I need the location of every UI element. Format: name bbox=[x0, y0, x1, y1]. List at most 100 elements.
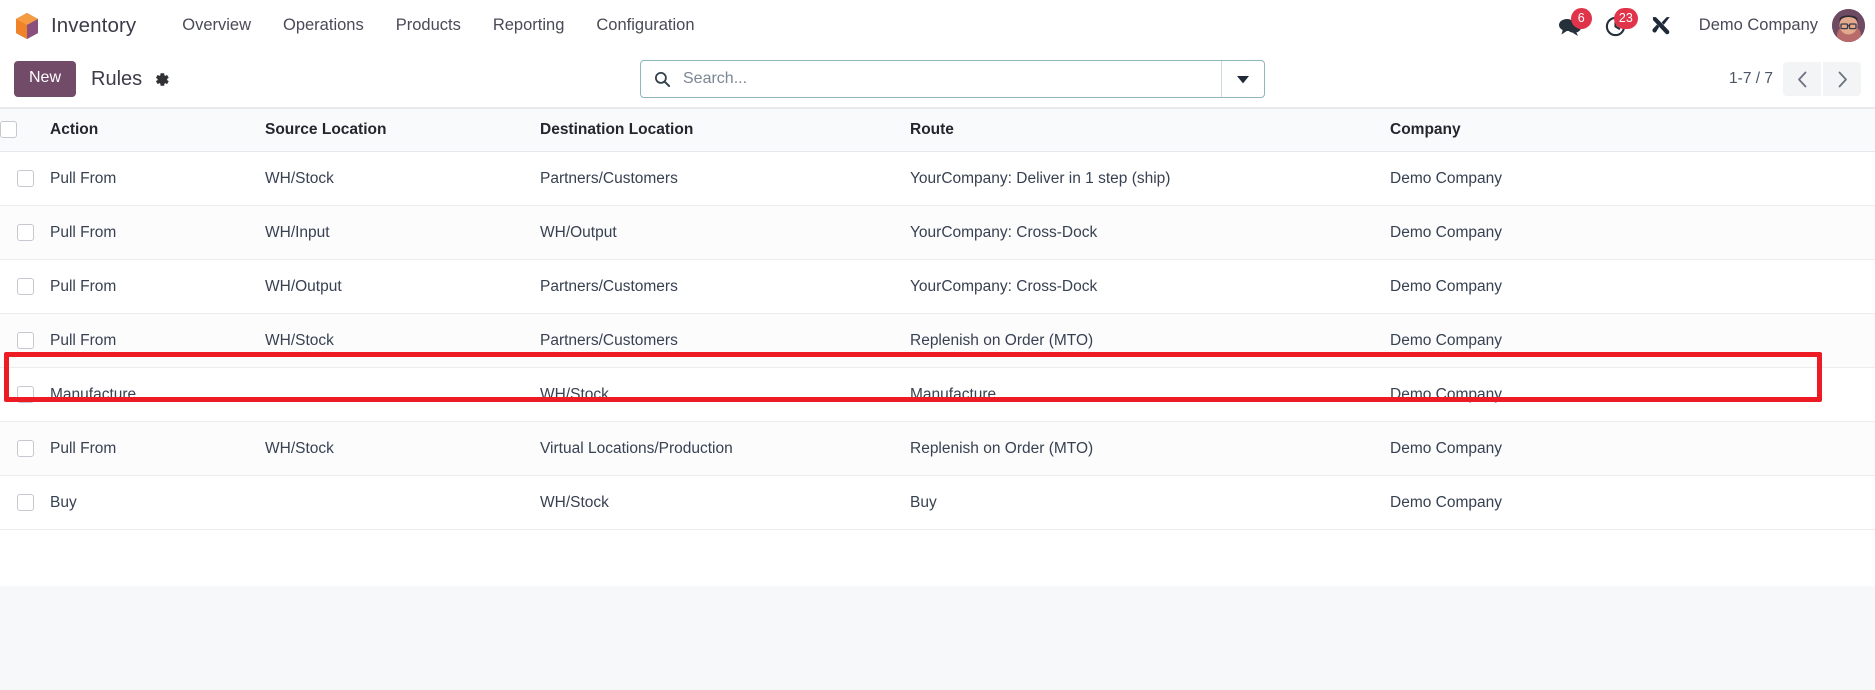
cell-action: Buy bbox=[50, 475, 265, 530]
page-title: Rules bbox=[91, 67, 143, 90]
row-select-cell bbox=[0, 151, 50, 206]
cell-source-location: WH/Input bbox=[265, 205, 540, 260]
cell-route: Manufacture bbox=[910, 367, 1390, 422]
cell-destination-location: WH/Output bbox=[540, 205, 910, 260]
cell-action: Pull From bbox=[50, 151, 265, 206]
tools-icon bbox=[1652, 17, 1671, 35]
cell-source-location bbox=[265, 475, 540, 530]
cell-route: YourCompany: Cross-Dock bbox=[910, 259, 1390, 314]
cell-source-location: WH/Stock bbox=[265, 151, 540, 206]
search-area bbox=[640, 60, 1265, 98]
cell-company: Demo Company bbox=[1390, 151, 1875, 206]
messages-count-badge: 6 bbox=[1570, 7, 1592, 29]
search-icon bbox=[641, 71, 683, 88]
cell-source-location: WH/Stock bbox=[265, 313, 540, 368]
pager-next-button[interactable] bbox=[1823, 62, 1861, 96]
column-header-action[interactable]: Action bbox=[50, 108, 265, 152]
cell-company: Demo Company bbox=[1390, 259, 1875, 314]
cell-source-location bbox=[265, 367, 540, 422]
cell-company: Demo Company bbox=[1390, 313, 1875, 368]
cell-company: Demo Company bbox=[1390, 205, 1875, 260]
chevron-left-icon bbox=[1797, 71, 1806, 87]
pager-previous-button[interactable] bbox=[1783, 62, 1821, 96]
search-input[interactable] bbox=[683, 61, 1221, 97]
control-panel: New Rules 1-7 / 7 bbox=[0, 51, 1875, 108]
cell-destination-location: WH/Stock bbox=[540, 367, 910, 422]
cell-action: Pull From bbox=[50, 313, 265, 368]
cell-route: YourCompany: Deliver in 1 step (ship) bbox=[910, 151, 1390, 206]
column-header-company[interactable]: Company bbox=[1390, 108, 1875, 152]
table-row[interactable]: Buy WH/Stock Buy Demo Company bbox=[0, 475, 1875, 530]
cell-action: Pull From bbox=[50, 259, 265, 314]
breadcrumb: Rules bbox=[91, 68, 171, 91]
activities-count-badge: 23 bbox=[1613, 7, 1638, 29]
row-checkbox[interactable] bbox=[16, 169, 34, 187]
column-header-source-location[interactable]: Source Location bbox=[265, 108, 540, 152]
navbar-system-tray: 6 23 Demo Company bbox=[1547, 7, 1867, 44]
row-checkbox[interactable] bbox=[16, 385, 34, 403]
page-background-filler bbox=[0, 586, 1875, 690]
menu-item-operations[interactable]: Operations bbox=[267, 10, 380, 41]
inventory-cube-icon bbox=[14, 12, 40, 40]
rules-table: Action Source Location Destination Locat… bbox=[0, 108, 1875, 530]
row-checkbox[interactable] bbox=[16, 277, 34, 295]
row-checkbox[interactable] bbox=[16, 439, 34, 457]
rules-list-container: Action Source Location Destination Locat… bbox=[0, 108, 1875, 586]
pager: 1-7 / 7 bbox=[1729, 62, 1861, 96]
menu-item-configuration[interactable]: Configuration bbox=[580, 10, 710, 41]
table-header-row: Action Source Location Destination Locat… bbox=[0, 108, 1875, 152]
row-select-cell bbox=[0, 475, 50, 530]
row-select-cell bbox=[0, 313, 50, 368]
main-menu: Overview Operations Products Reporting C… bbox=[166, 10, 710, 41]
cell-company: Demo Company bbox=[1390, 367, 1875, 422]
cell-source-location: WH/Output bbox=[265, 259, 540, 314]
cell-route: Buy bbox=[910, 475, 1390, 530]
cell-destination-location: Partners/Customers bbox=[540, 151, 910, 206]
row-select-cell bbox=[0, 367, 50, 422]
chevron-down-icon bbox=[1237, 75, 1249, 83]
gear-icon[interactable] bbox=[151, 69, 171, 89]
cell-destination-location: Partners/Customers bbox=[540, 313, 910, 368]
cell-destination-location: WH/Stock bbox=[540, 475, 910, 530]
cell-destination-location: Partners/Customers bbox=[540, 259, 910, 314]
cell-company: Demo Company bbox=[1390, 475, 1875, 530]
cell-action: Manufacture bbox=[50, 367, 265, 422]
row-select-cell bbox=[0, 205, 50, 260]
table-row[interactable]: Manufacture WH/Stock Manufacture Demo Co… bbox=[0, 367, 1875, 422]
chevron-right-icon bbox=[1838, 71, 1847, 87]
debug-tools-button[interactable] bbox=[1639, 8, 1685, 44]
row-checkbox[interactable] bbox=[16, 223, 34, 241]
messages-button[interactable]: 6 bbox=[1547, 7, 1593, 44]
company-switcher[interactable]: Demo Company bbox=[1685, 11, 1830, 40]
cell-destination-location: Virtual Locations/Production bbox=[540, 421, 910, 476]
row-checkbox[interactable] bbox=[16, 331, 34, 349]
pager-range[interactable]: 1-7 / 7 bbox=[1729, 70, 1773, 88]
activities-button[interactable]: 23 bbox=[1593, 7, 1639, 44]
select-all-checkbox[interactable] bbox=[0, 121, 17, 139]
cell-route: Replenish on Order (MTO) bbox=[910, 421, 1390, 476]
rules-table-body: Pull From WH/Stock Partners/Customers Yo… bbox=[0, 151, 1875, 530]
menu-item-overview[interactable]: Overview bbox=[166, 10, 267, 41]
table-row-highlighted[interactable]: Pull From WH/Stock Virtual Locations/Pro… bbox=[0, 421, 1875, 476]
row-checkbox[interactable] bbox=[16, 493, 34, 511]
cell-route: YourCompany: Cross-Dock bbox=[910, 205, 1390, 260]
cell-source-location: WH/Stock bbox=[265, 421, 540, 476]
cell-company: Demo Company bbox=[1390, 421, 1875, 476]
cell-action: Pull From bbox=[50, 421, 265, 476]
column-header-route[interactable]: Route bbox=[910, 108, 1390, 152]
table-row[interactable]: Pull From WH/Input WH/Output YourCompany… bbox=[0, 205, 1875, 260]
user-avatar[interactable] bbox=[1832, 9, 1865, 42]
search-bar[interactable] bbox=[640, 60, 1265, 98]
app-brand-name[interactable]: Inventory bbox=[51, 14, 136, 38]
row-select-cell bbox=[0, 259, 50, 314]
column-header-destination-location[interactable]: Destination Location bbox=[540, 108, 910, 152]
menu-item-reporting[interactable]: Reporting bbox=[477, 10, 581, 41]
search-dropdown-toggle[interactable] bbox=[1221, 61, 1264, 97]
table-row[interactable]: Pull From WH/Stock Partners/Customers Re… bbox=[0, 313, 1875, 368]
select-all-header bbox=[0, 108, 50, 152]
table-row[interactable]: Pull From WH/Output Partners/Customers Y… bbox=[0, 259, 1875, 314]
table-row[interactable]: Pull From WH/Stock Partners/Customers Yo… bbox=[0, 151, 1875, 206]
new-record-button[interactable]: New bbox=[14, 61, 77, 97]
cell-route: Replenish on Order (MTO) bbox=[910, 313, 1390, 368]
menu-item-products[interactable]: Products bbox=[380, 10, 477, 41]
